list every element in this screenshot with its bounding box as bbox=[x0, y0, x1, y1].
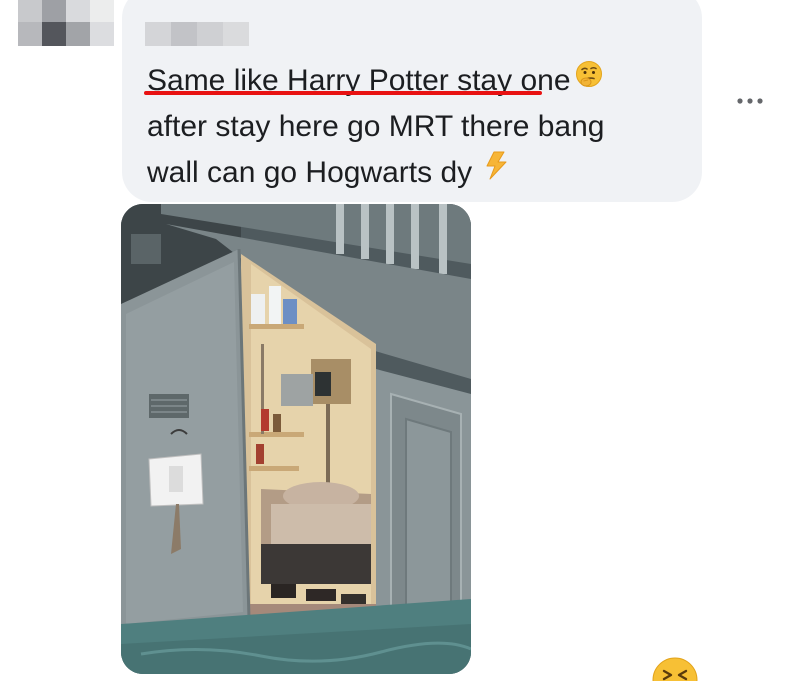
comment-line-3: wall can go Hogwarts dy bbox=[147, 150, 687, 196]
comment-line-2: after stay here go MRT there bang bbox=[147, 110, 605, 143]
comment-view: Same like Harry Potter stay one after st… bbox=[0, 0, 800, 681]
comment-text: Same like Harry Potter stay one after st… bbox=[147, 58, 687, 196]
thinking-face-icon bbox=[575, 56, 603, 102]
lightning-bolt-icon bbox=[482, 148, 510, 194]
comment-line-3-text: wall can go Hogwarts dy bbox=[147, 156, 473, 189]
more-options-button[interactable] bbox=[730, 86, 770, 116]
comment-line-1: Same like Harry Potter stay one bbox=[147, 58, 687, 104]
cupboard-under-stairs-image bbox=[121, 204, 471, 674]
more-horizontal-icon bbox=[737, 98, 763, 104]
avatar[interactable] bbox=[18, 0, 116, 46]
red-underline-annotation bbox=[144, 91, 542, 95]
laughing-face-icon bbox=[652, 657, 698, 681]
author-name-redacted[interactable] bbox=[145, 22, 249, 46]
laughing-reaction-button[interactable] bbox=[652, 657, 698, 681]
comment-photo[interactable] bbox=[121, 204, 471, 674]
